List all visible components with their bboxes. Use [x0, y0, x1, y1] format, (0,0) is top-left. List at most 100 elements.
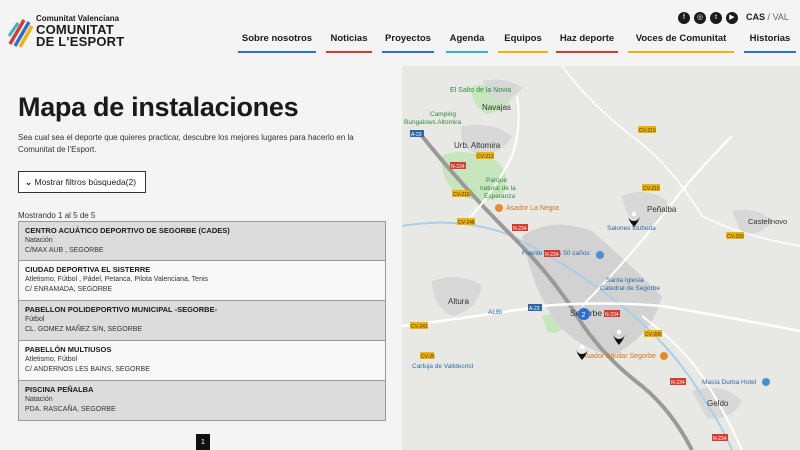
svg-text:CV-200: CV-200	[727, 234, 744, 240]
nav-noticias[interactable]: Noticias	[326, 33, 372, 53]
svg-text:A-23: A-23	[411, 132, 422, 138]
nav-sobre-nosotros[interactable]: Sobre nosotros	[238, 33, 316, 53]
result-address: C/ ENRAMADA, SEGORBE	[25, 286, 113, 293]
results-count: Mostrando 1 al 5 de 5	[18, 211, 96, 220]
result-sports: Atletismo, Fútbol	[25, 356, 78, 363]
show-filters-button[interactable]: ⌄ Mostrar filtros búsqueda(2)	[18, 171, 146, 193]
road-shield: N-234	[512, 224, 528, 232]
road-shield: CV-213	[638, 126, 656, 134]
nav-voces-de-comunitat[interactable]: Voces de Comunitat	[628, 33, 734, 53]
road-shield: CV-25	[420, 352, 435, 360]
restaurant-icon[interactable]	[495, 204, 503, 212]
svg-text:N-234: N-234	[671, 380, 685, 386]
road-shield: N-234	[712, 434, 728, 442]
road-shield: CV-200	[644, 330, 662, 338]
map-label-navajas: Navajas	[482, 103, 511, 112]
nav-equipos[interactable]: Equipos	[498, 33, 548, 53]
site-header: Comunitat Valenciana COMUNITAT DE L'ESPO…	[0, 0, 800, 56]
page-intro: Sea cual sea el deporte que quieres prac…	[18, 133, 354, 154]
language-switcher: CAS / VAL	[746, 12, 789, 22]
svg-text:N-234: N-234	[451, 164, 465, 170]
logo-line-2: DE L'ESPORT	[36, 34, 125, 49]
road-shield: CV-245	[457, 218, 475, 226]
map-label-penalba: Peñalba	[647, 205, 677, 214]
map-label-parque-2: natural de la	[480, 185, 516, 192]
map-label-castellnovo: Castellnovo	[748, 217, 787, 226]
map-label-asador-aguilar: Asador Aguilar Segorbe	[582, 353, 656, 360]
road-shield: CV-241	[410, 322, 428, 330]
map-canvas[interactable]: El Salto de la Novia Navajas Camping Bun…	[402, 66, 800, 450]
map-label-salto: El Salto de la Novia	[450, 87, 511, 94]
landmark-icon[interactable]	[596, 251, 604, 259]
nav-agenda[interactable]: Agenda	[446, 33, 488, 53]
map-label-cartuja: Cartuja de Valldecrist	[412, 363, 473, 370]
road-shield: A-23	[528, 304, 542, 312]
result-sports: Fútbol	[25, 316, 45, 323]
map-label-altura: Altura	[448, 297, 469, 306]
site-logo[interactable]: Comunitat Valenciana COMUNITAT DE L'ESPO…	[8, 12, 138, 52]
lang-val[interactable]: VAL	[773, 12, 789, 22]
social-links: f ◎ t ▶	[678, 12, 738, 24]
facilities-map[interactable]: El Salto de la Novia Navajas Camping Bun…	[402, 66, 800, 450]
road-shield: CV-215	[642, 184, 660, 192]
result-sports: Natación	[25, 237, 53, 244]
logo-big-text: COMUNITAT DE L'ESPORT	[36, 23, 125, 49]
road-shield: N-234	[604, 310, 620, 318]
hotel-icon[interactable]	[762, 378, 770, 386]
result-item[interactable]: PABELLON POLIDEPORTIVO MUNICIPAL -SEGORB…	[18, 301, 386, 341]
svg-text:CV-213: CV-213	[477, 154, 494, 160]
youtube-icon[interactable]: ▶	[726, 12, 738, 24]
map-label-albi: ALBI	[488, 309, 502, 316]
nav-proyectos[interactable]: Proyectos	[382, 33, 434, 53]
map-label-parque: Parque	[486, 177, 507, 184]
page-title: Mapa de instalaciones	[18, 92, 299, 122]
road-shield: A-23	[410, 130, 424, 138]
road-shield: CV-213	[476, 152, 494, 160]
logo-mark-icon	[8, 19, 34, 48]
svg-text:N-234: N-234	[545, 252, 559, 258]
result-address: C/MAX AUB , SEGORBE	[25, 247, 104, 254]
result-name: PISCINA PEÑALBA	[25, 385, 94, 394]
result-item[interactable]: PISCINA PEÑALBA Natación PDA. RASCAÑA, S…	[18, 381, 386, 421]
result-item[interactable]: CENTRO ACUÁTICO DEPORTIVO DE SEGORBE (CA…	[18, 221, 386, 261]
svg-text:2: 2	[582, 312, 586, 319]
facebook-icon[interactable]: f	[678, 12, 690, 24]
map-label-asador-negra: Asador La Negra	[506, 205, 559, 212]
instagram-icon[interactable]: ◎	[694, 12, 706, 24]
svg-text:CV-245: CV-245	[458, 220, 475, 226]
restaurant-icon[interactable]	[660, 352, 668, 360]
pagination-page-1[interactable]: 1	[196, 434, 210, 450]
result-address: C/ ANDERNOS LES BAINS, SEGORBE	[25, 366, 150, 373]
map-label-bungalows: Bungalows Altomira	[404, 119, 461, 126]
result-item[interactable]: CIUDAD DEPORTIVA EL SISTERRE Atletismo, …	[18, 261, 386, 301]
twitter-icon[interactable]: t	[710, 12, 722, 24]
nav-haz-deporte[interactable]: Haz deporte	[556, 33, 618, 53]
map-label-catedral: Catedral de Segorbe	[600, 285, 660, 292]
nav-historias[interactable]: Historias	[744, 33, 796, 53]
map-label-urb-altomira: Urb. Altomira	[454, 141, 501, 150]
map-label-parque-3: Esperanza	[484, 193, 515, 200]
result-sports: Natación	[25, 396, 53, 403]
road-shield: N-234	[544, 250, 560, 258]
result-name: CIUDAD DEPORTIVA EL SISTERRE	[25, 265, 151, 274]
results-list: CENTRO ACUÁTICO DEPORTIVO DE SEGORBE (CA…	[18, 221, 386, 421]
svg-text:CV-200: CV-200	[645, 332, 662, 338]
svg-text:CV-215: CV-215	[453, 192, 470, 198]
svg-text:N-234: N-234	[605, 312, 619, 318]
map-label-geldo: Geldo	[707, 399, 729, 408]
lang-cas[interactable]: CAS	[746, 12, 765, 22]
result-address: CL. GOMEZ MAÑEZ S/N, SEGORBE	[25, 326, 143, 333]
chevron-down-icon: ⌄	[25, 177, 33, 187]
map-label-salones: Salones Idubeda	[607, 225, 656, 232]
result-item[interactable]: PABELLÓN MULTIUSOS Atletismo, Fútbol C/ …	[18, 341, 386, 381]
map-marker-cluster[interactable]: 2	[578, 308, 590, 320]
svg-text:CV-241: CV-241	[411, 324, 428, 330]
show-filters-label: Mostrar filtros búsqueda(2)	[34, 177, 137, 187]
result-name: PABELLON POLIDEPORTIVO MUNICIPAL -SEGORB…	[25, 305, 218, 314]
svg-text:N-234: N-234	[513, 226, 527, 232]
map-label-masia: Masía Durba Hotel	[702, 379, 757, 386]
map-label-iglesia: Santa Iglesia	[606, 277, 644, 284]
svg-text:CV-25: CV-25	[421, 354, 435, 360]
main-nav: Sobre nosotros Noticias Proyectos Agenda…	[238, 33, 798, 53]
result-address: PDA. RASCAÑA, SEGORBE	[25, 406, 116, 413]
